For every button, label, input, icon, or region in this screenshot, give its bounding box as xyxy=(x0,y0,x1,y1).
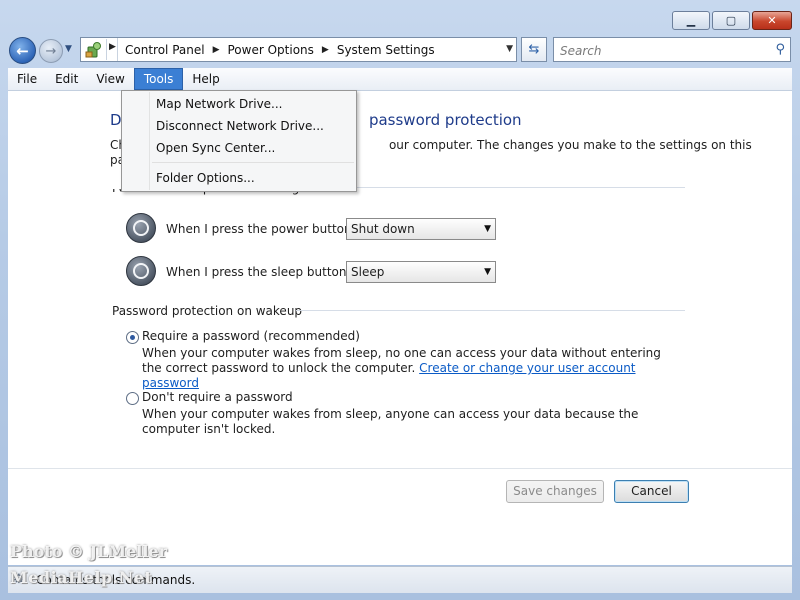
power-button-icon xyxy=(126,213,156,243)
forward-button[interactable]: → xyxy=(39,39,63,63)
tools-menu-dropdown: Map Network Drive... Disconnect Network … xyxy=(121,90,357,192)
back-arrow-icon: ← xyxy=(16,41,29,60)
minimize-button[interactable]: ▁ xyxy=(672,11,710,30)
require-password-label[interactable]: Require a password (recommended) xyxy=(142,329,360,343)
password-section-title: Password protection on wakeup xyxy=(112,304,303,318)
search-input[interactable] xyxy=(558,41,767,60)
menu-help[interactable]: Help xyxy=(183,68,228,90)
require-password-radio[interactable] xyxy=(126,331,139,344)
menu-item-map-network-drive[interactable]: Map Network Drive... xyxy=(156,97,283,111)
no-password-description: When your computer wakes from sleep, any… xyxy=(142,407,639,436)
menu-bar: File Edit View Tools Help xyxy=(8,68,792,91)
menu-item-open-sync-center[interactable]: Open Sync Center... xyxy=(156,141,275,155)
breadcrumb-power-options[interactable]: Power Options xyxy=(228,43,314,57)
maximize-button[interactable]: ▢ xyxy=(712,11,750,30)
breadcrumb-system-settings[interactable]: System Settings xyxy=(337,43,435,57)
forward-arrow-icon: → xyxy=(45,43,57,59)
menu-separator xyxy=(152,162,354,163)
sleep-button-label: When I press the sleep button: xyxy=(166,265,351,279)
sleep-button-select[interactable]: Sleep ▼ xyxy=(346,261,496,283)
refresh-icon: ⇆ xyxy=(528,42,540,57)
description-line1-end: our computer. The changes you make to th… xyxy=(388,138,752,152)
address-bar[interactable]: ▶ Control Panel ▶ Power Options ▶ System… xyxy=(80,37,517,62)
navigation-bar: ← → ▼ ▶ Control Panel ▶ Power Options ▶ … xyxy=(0,34,800,66)
breadcrumb-arrow-icon[interactable]: ▶ xyxy=(322,45,329,55)
power-button-label: When I press the power button: xyxy=(166,222,356,236)
chevron-down-icon: ▼ xyxy=(484,267,491,277)
search-icon[interactable]: ⚲ xyxy=(775,42,785,57)
page-title-start: D xyxy=(110,111,122,129)
sleep-button-icon xyxy=(126,256,156,286)
require-password-description: When your computer wakes from sleep, no … xyxy=(142,346,672,391)
watermark-photo-credit: Photo © JLMeller xyxy=(10,542,168,561)
watermark-site: MediaHelp.Net xyxy=(10,568,153,587)
menu-item-folder-options[interactable]: Folder Options... xyxy=(156,171,255,185)
title-bar: ▁ ▢ ✕ xyxy=(0,0,800,34)
power-button-select-value: Shut down xyxy=(351,222,415,236)
close-button[interactable]: ✕ xyxy=(752,11,792,30)
no-password-label[interactable]: Don't require a password xyxy=(142,390,293,404)
sleep-button-select-value: Sleep xyxy=(351,265,385,279)
breadcrumb-arrow-icon[interactable]: ▶ xyxy=(213,45,220,55)
footer-divider xyxy=(8,468,792,469)
control-panel-icon xyxy=(82,39,107,60)
breadcrumb: Control Panel ▶ Power Options ▶ System S… xyxy=(117,38,435,61)
page-title-end: password protection xyxy=(368,111,522,129)
breadcrumb-control-panel[interactable]: Control Panel xyxy=(125,43,205,57)
power-button-select[interactable]: Shut down ▼ xyxy=(346,218,496,240)
address-root-arrow-icon[interactable]: ▶ xyxy=(109,42,116,52)
cancel-button[interactable]: Cancel xyxy=(614,480,689,503)
chevron-down-icon: ▼ xyxy=(484,224,491,234)
no-password-radio[interactable] xyxy=(126,392,139,405)
recent-pages-dropdown[interactable]: ▼ xyxy=(65,44,72,54)
menu-file[interactable]: File xyxy=(8,68,46,90)
refresh-button[interactable]: ⇆ xyxy=(521,37,547,62)
password-section-divider xyxy=(296,310,685,311)
menu-view[interactable]: View xyxy=(87,68,133,90)
window-frame: ▁ ▢ ✕ ← → ▼ ▶ Control Panel ▶ Power Opti… xyxy=(0,0,800,600)
menu-item-disconnect-network-drive[interactable]: Disconnect Network Drive... xyxy=(156,119,324,133)
menu-tools[interactable]: Tools xyxy=(133,68,184,90)
back-button[interactable]: ← xyxy=(9,37,36,64)
address-history-dropdown-icon[interactable]: ▼ xyxy=(506,44,513,54)
search-box[interactable]: ⚲ xyxy=(553,37,791,62)
menu-edit[interactable]: Edit xyxy=(46,68,87,90)
save-changes-button[interactable]: Save changes xyxy=(506,480,604,503)
